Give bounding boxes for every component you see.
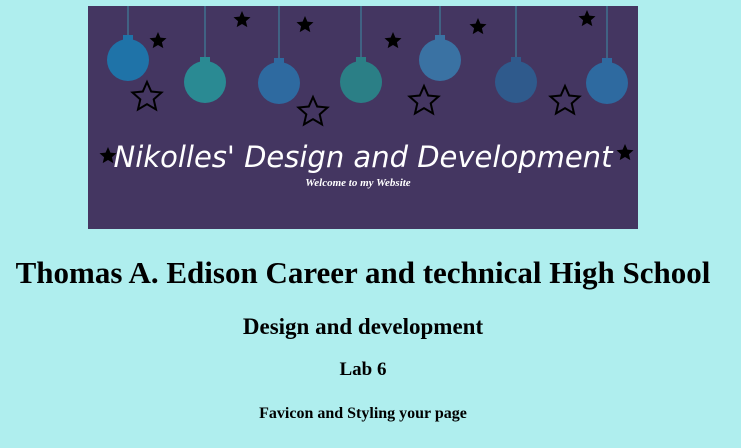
page: Nikolles' Design and Development Welcome…	[0, 0, 741, 448]
course-heading: Design and development	[242, 314, 484, 339]
ornament-icons	[107, 35, 628, 104]
banner-subtitle: Welcome to my Website	[305, 177, 411, 189]
school-heading: Thomas A. Edison Career and technical Hi…	[15, 255, 711, 290]
banner-title: Nikolles' Design and Development	[113, 140, 613, 174]
banner-artwork	[99, 6, 634, 164]
header-banner-image: Nikolles' Design and Development Welcome…	[88, 6, 638, 229]
lab-heading: Lab 6	[339, 359, 387, 380]
topic-heading: Favicon and Styling your page	[259, 405, 467, 422]
